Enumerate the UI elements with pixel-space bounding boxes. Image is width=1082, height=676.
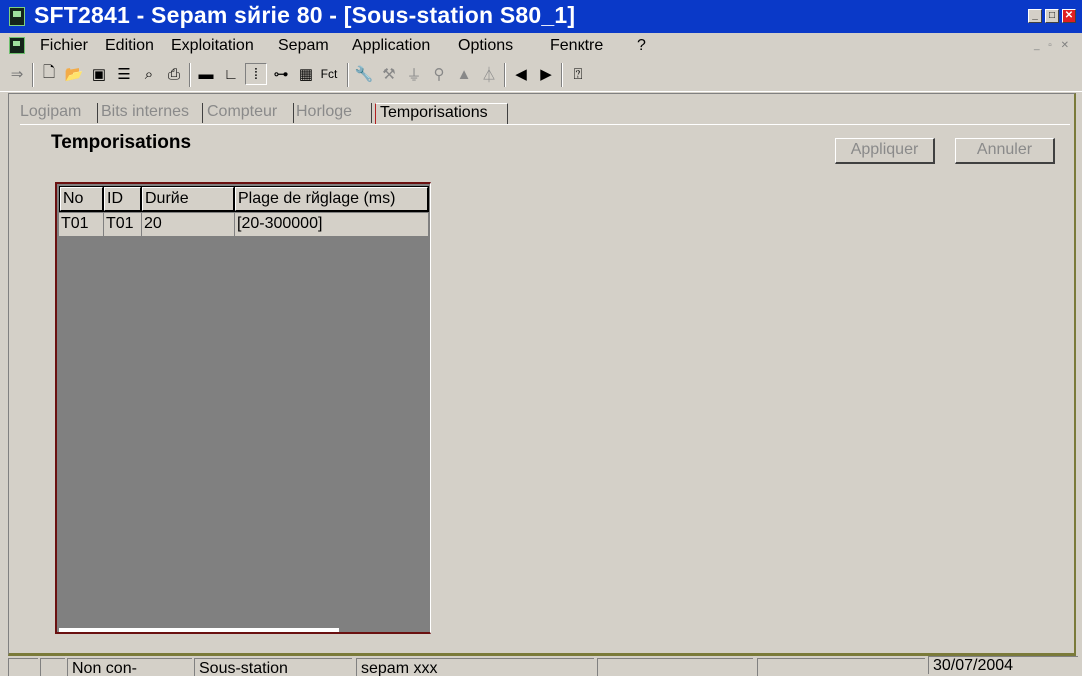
mdi-window-controls[interactable]: _ ▫ ✕ — [1034, 40, 1072, 51]
status-device: sepam xxx — [356, 658, 594, 676]
menu-help[interactable]: ? — [637, 37, 646, 55]
save-icon[interactable]: ▣ — [88, 63, 110, 85]
document-icon[interactable] — [9, 37, 25, 54]
signal-icon[interactable]: ⏃ — [478, 63, 500, 85]
minimize-icon[interactable]: _ — [1028, 9, 1042, 23]
cell-duree[interactable]: 20 — [142, 213, 235, 237]
next-icon[interactable]: ▶ — [535, 63, 557, 85]
apply-button[interactable]: Appliquer — [835, 138, 935, 164]
cell-id[interactable]: T01 — [104, 213, 142, 237]
column-header-plage[interactable]: Plage de rйglage (ms) — [234, 186, 429, 212]
menu-sepam[interactable]: Sepam — [278, 37, 329, 55]
tab-logipam[interactable]: Logipam — [20, 103, 98, 123]
help-icon[interactable]: ⍰ — [567, 63, 589, 85]
close-icon[interactable]: ✕ — [1062, 9, 1076, 23]
status-pane-empty — [597, 658, 753, 676]
status-connection: Non con- — [67, 658, 192, 676]
previous-icon[interactable]: ◀ — [510, 63, 532, 85]
status-pane-empty — [757, 658, 925, 676]
timer-table[interactable] — [55, 182, 431, 634]
menu-fichier[interactable]: Fichier — [40, 37, 88, 55]
title-bar: SFT2841 - Sepam sйrie 80 - [Sous-station… — [0, 0, 1082, 33]
transformer-icon[interactable]: ⚲ — [428, 63, 450, 85]
window-title: SFT2841 - Sepam sйrie 80 - [Sous-station… — [34, 2, 576, 28]
menu-application[interactable]: Application — [352, 37, 430, 55]
plug-icon[interactable]: ⇒ — [6, 63, 28, 85]
new-file-icon[interactable]: 🗋 — [38, 63, 60, 85]
cancel-button[interactable]: Annuler — [955, 138, 1055, 164]
status-site: Sous-station — [194, 658, 352, 676]
display-icon[interactable]: ▬ — [195, 63, 217, 85]
status-date: 30/07/2004 — [928, 656, 1078, 674]
toolbar-separator — [504, 63, 506, 87]
network-icon[interactable]: ⚒ — [378, 63, 400, 85]
tab-temporisations[interactable]: Temporisations — [375, 103, 508, 124]
tab-compteur[interactable]: Compteur — [207, 103, 294, 123]
breaker-icon[interactable]: ⏚ — [403, 63, 425, 85]
app-icon[interactable] — [9, 7, 25, 26]
settings-grid-icon[interactable]: ⁞ — [245, 63, 267, 85]
page-title: Temporisations — [51, 132, 192, 153]
curve-icon[interactable]: ∟ — [220, 63, 242, 85]
cell-plage[interactable]: [20-300000] — [235, 213, 429, 237]
tab-bits-internes[interactable]: Bits internes — [101, 103, 203, 123]
maximize-icon[interactable]: □ — [1045, 9, 1059, 23]
triangle-icon[interactable]: ▲ — [453, 63, 475, 85]
column-header-id[interactable]: ID — [103, 186, 142, 212]
calculator-icon[interactable]: ▦ — [295, 63, 317, 85]
print-preview-icon[interactable]: ⌕ — [138, 63, 160, 85]
toolbar-separator — [32, 63, 34, 87]
status-bar: Non con- Sous-station sepam xxx 30/07/20… — [0, 656, 1082, 676]
toolbar-separator — [189, 63, 191, 87]
toolbar: ⇒ 🗋 📂 ▣ ☰ ⌕ ⎙ ▬ ∟ ⁞ ⊶ ▦ Fct 🔧 ⚒ ⏚ ⚲ ▲ ⏃ … — [0, 57, 1082, 92]
toolbar-separator — [561, 63, 563, 87]
status-pane-empty — [40, 658, 65, 676]
save-as-icon[interactable]: ☰ — [113, 63, 135, 85]
fct-button[interactable]: Fct — [318, 63, 340, 85]
status-pane-empty — [8, 658, 38, 676]
horizontal-scrollbar[interactable] — [59, 628, 339, 632]
open-folder-icon[interactable]: 📂 — [63, 63, 85, 85]
logic-icon[interactable]: ⊶ — [270, 63, 292, 85]
wrench-icon[interactable]: 🔧 — [353, 63, 375, 85]
column-header-no[interactable]: No — [59, 186, 104, 212]
toolbar-separator — [347, 63, 349, 87]
tab-horloge[interactable]: Horloge — [296, 103, 372, 123]
print-icon[interactable]: ⎙ — [163, 63, 185, 85]
menu-options[interactable]: Options — [458, 37, 513, 55]
column-header-duree[interactable]: Durйe — [141, 186, 235, 212]
menu-bar: Fichier Edition Exploitation Sepam Appli… — [0, 33, 1082, 57]
menu-edition[interactable]: Edition — [105, 37, 154, 55]
menu-exploitation[interactable]: Exploitation — [171, 37, 254, 55]
cell-no[interactable]: T01 — [59, 213, 104, 237]
menu-fenetre[interactable]: Fenкtre — [550, 37, 603, 55]
